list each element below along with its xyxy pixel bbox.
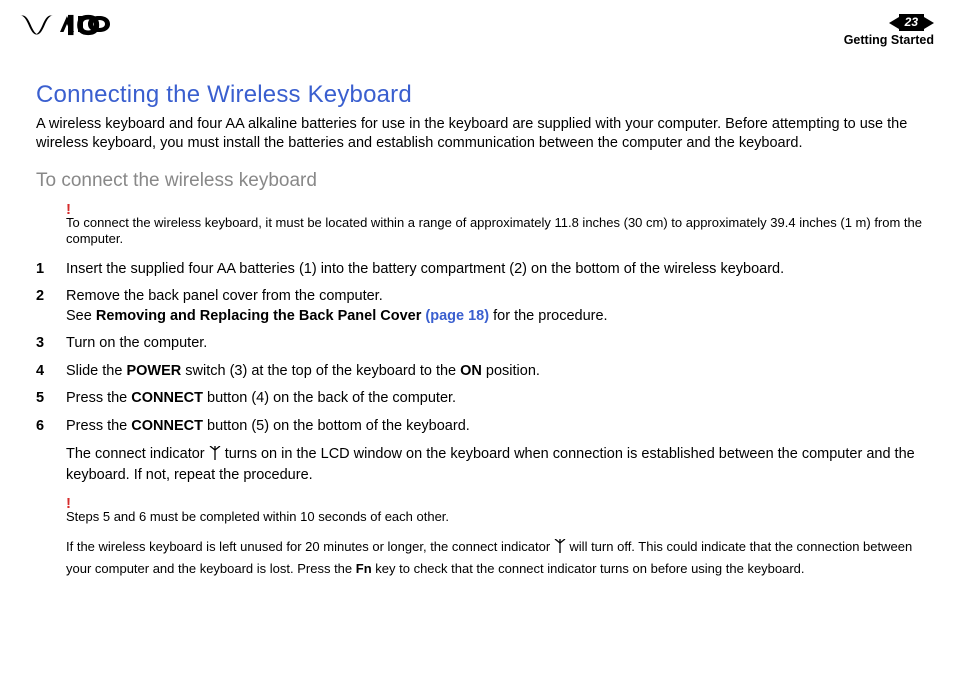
step-text: Insert the supplied four AA batteries (1… [66,260,932,280]
alert-text-1: To connect the wireless keyboard, it mus… [66,215,932,248]
intro-paragraph: A wireless keyboard and four AA alkaline… [36,115,932,152]
step-number: 1 [36,260,66,280]
page-nav: 23 [889,14,934,31]
page-number: 23 [899,14,924,31]
alert-text-2: Steps 5 and 6 must be completed within 1… [66,509,932,525]
step-text: Press the CONNECT button (4) on the back… [66,389,932,409]
step-4: 4 Slide the POWER switch (3) at the top … [36,362,932,382]
step-2: 2 Remove the back panel cover from the c… [36,287,932,326]
note-text: If the wireless keyboard is left unused … [66,537,932,579]
step-fragment: button (5) on the bottom of the keyboard… [203,418,470,434]
step-6: 6 Press the CONNECT button (5) on the bo… [36,417,932,437]
page-title: Connecting the Wireless Keyboard [36,81,932,109]
step-number: 3 [36,334,66,354]
step-bold: ON [460,363,482,379]
text-fragment: The connect indicator [66,446,209,462]
step-bold: CONNECT [131,418,203,434]
page-link[interactable]: (page 18) [425,308,489,324]
step-5: 5 Press the CONNECT button (4) on the ba… [36,389,932,409]
step-fragment: Press the [66,390,131,406]
antenna-icon [209,446,221,467]
page-indicator-group: 23 Getting Started [844,14,934,47]
step-bold: Removing and Replacing the Back Panel Co… [96,308,426,324]
step-fragment: button (4) on the back of the computer. [203,390,456,406]
step-bold: POWER [126,363,181,379]
vaio-logo [20,14,116,34]
follow-text-1: The connect indicator turns on in the LC… [66,445,932,486]
step-number: 4 [36,362,66,382]
step-1: 1 Insert the supplied four AA batteries … [36,260,932,280]
step-text: Press the CONNECT button (5) on the bott… [66,417,932,437]
step-number: 6 [36,417,66,437]
step-number: 2 [36,287,66,326]
page-header: 23 Getting Started [0,0,954,47]
step-fragment: for the procedure. [489,308,608,324]
step-number: 5 [36,389,66,409]
step-3: 3 Turn on the computer. [36,334,932,354]
antenna-icon [554,539,566,559]
next-page-arrow-icon[interactable] [924,17,934,29]
procedure-title: To connect the wireless keyboard [36,170,932,192]
step-fragment: position. [482,363,540,379]
alert-block-1: ! To connect the wireless keyboard, it m… [66,202,932,248]
text-fragment: key to check that the connect indicator … [372,561,805,576]
step-fragment: Slide the [66,363,126,379]
step-fragment: switch (3) at the top of the keyboard to… [181,363,460,379]
step-text: Remove the back panel cover from the com… [66,287,932,326]
prev-page-arrow-icon[interactable] [889,17,899,29]
section-name: Getting Started [844,33,934,47]
step-text: Turn on the computer. [66,334,932,354]
text-bold: Fn [356,561,372,576]
step-line: Remove the back panel cover from the com… [66,288,383,304]
step-text: Slide the POWER switch (3) at the top of… [66,362,932,382]
text-fragment: If the wireless keyboard is left unused … [66,539,554,554]
step-fragment: See [66,308,96,324]
alert-block-2: ! Steps 5 and 6 must be completed within… [66,496,932,525]
steps-list: 1 Insert the supplied four AA batteries … [36,260,932,437]
page-content: Connecting the Wireless Keyboard A wirel… [0,47,954,579]
step-bold: CONNECT [131,390,203,406]
step-fragment: Press the [66,418,131,434]
